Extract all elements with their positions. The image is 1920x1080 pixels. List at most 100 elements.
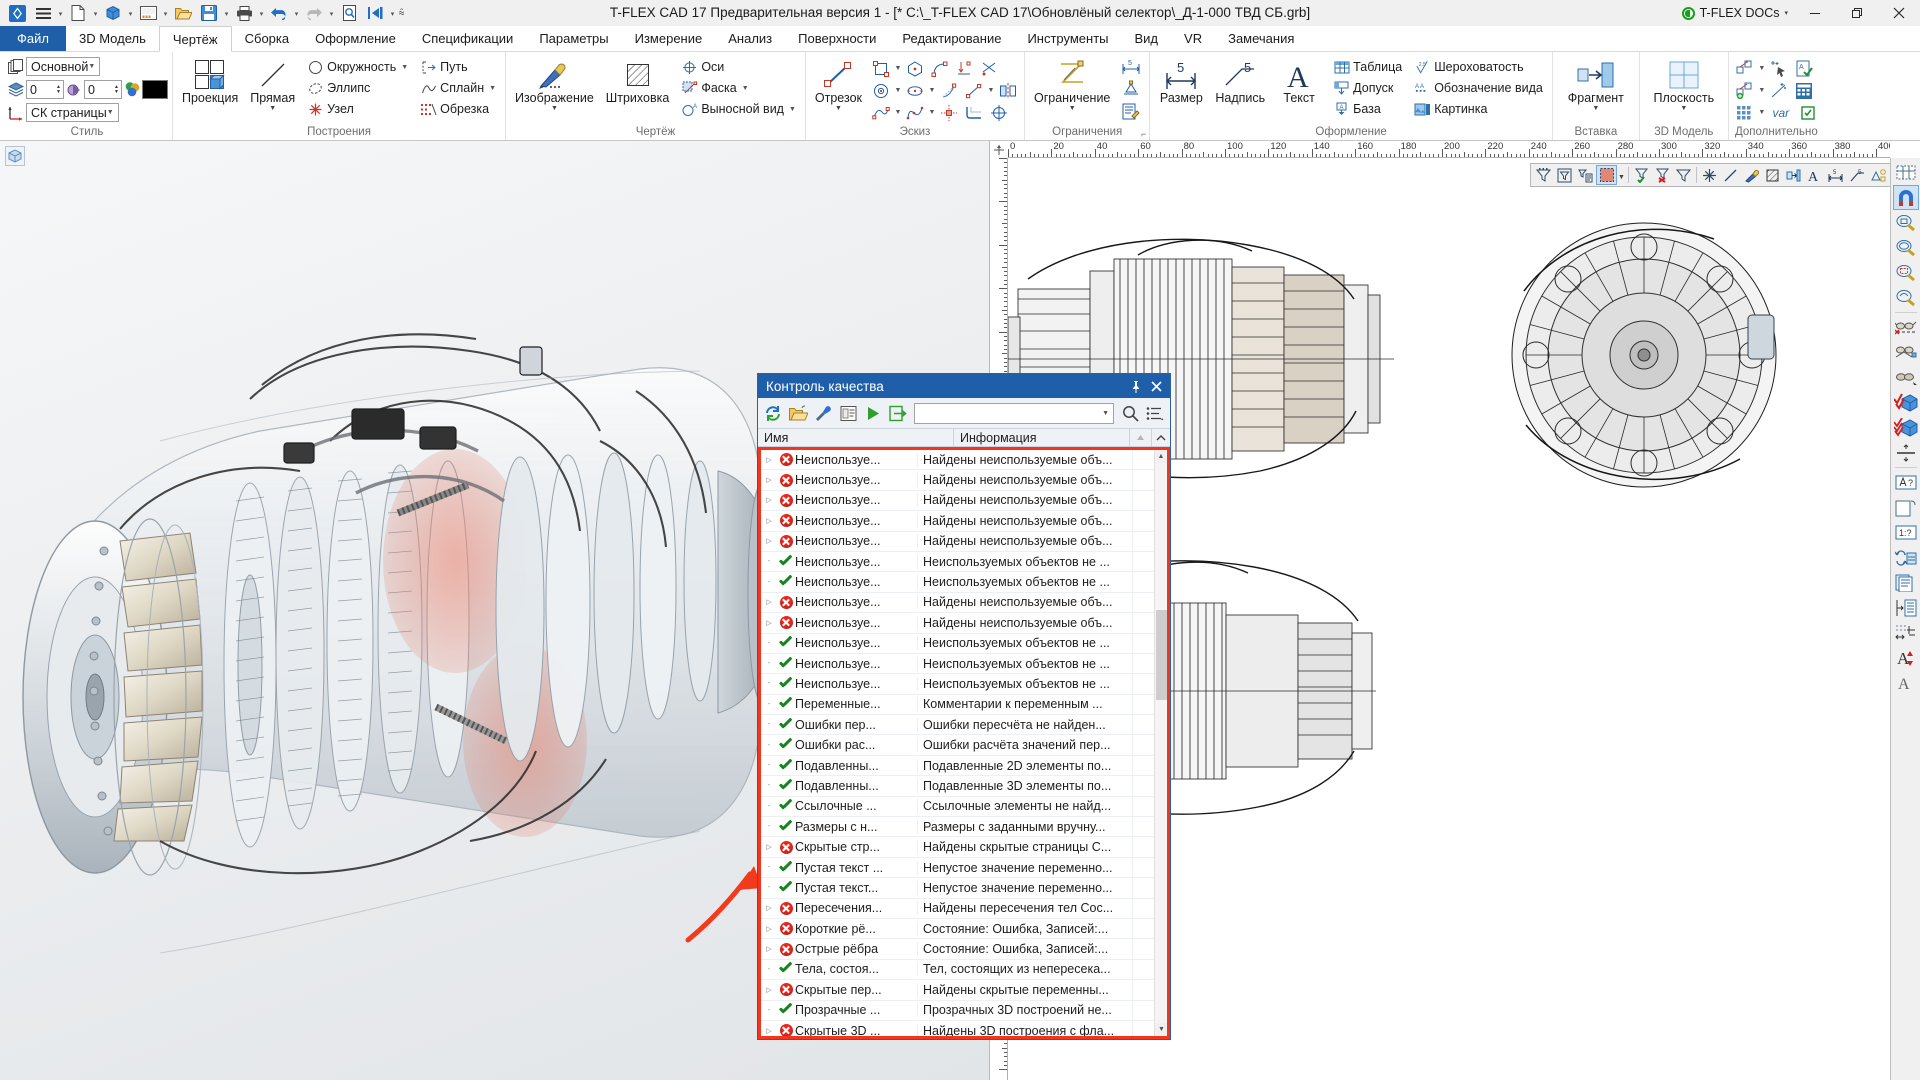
layer-spinner[interactable]: 0 ▲ ▼ (26, 80, 64, 99)
chevron-down-icon[interactable]: ▼ (107, 109, 116, 116)
align-icon[interactable] (1893, 440, 1919, 465)
chevron-down-icon[interactable]: ▼ (894, 87, 902, 94)
column-header-info[interactable]: Информация (954, 429, 1130, 446)
tab-drawing[interactable]: Чертёж (158, 26, 232, 52)
trim-button[interactable]: Обрезка (417, 99, 499, 119)
color-palette-icon[interactable] (122, 81, 142, 98)
tab-surfaces[interactable]: Поверхности (785, 26, 889, 51)
chevron-down-icon[interactable]: ▼ (1758, 87, 1766, 94)
chevron-down-icon[interactable]: ▼ (1758, 109, 1766, 116)
sketch-polygon-icon[interactable] (903, 58, 927, 79)
expand-icon[interactable]: - (761, 762, 777, 769)
report-icon[interactable] (836, 401, 860, 425)
save-icon[interactable] (196, 1, 222, 25)
scroll-up-button[interactable]: ▲ (1155, 450, 1167, 463)
rollback-icon[interactable] (362, 1, 388, 25)
hatch-button[interactable]: Штриховка (601, 56, 675, 105)
table-row[interactable]: ▷ Неиспользуе... Найдены неиспользуемые об… (761, 511, 1154, 532)
sketch-mirror-icon[interactable] (996, 80, 1020, 101)
copy-element-icon[interactable] (1733, 58, 1757, 79)
expand-icon[interactable]: ▷ (761, 1027, 777, 1035)
chevron-up-icon[interactable] (1152, 429, 1170, 446)
table-row[interactable]: ▷ Скрытые пер... Найдены скрытые переменны… (761, 980, 1154, 1001)
list-options-icon[interactable] (1143, 401, 1167, 425)
close-button[interactable] (1878, 0, 1920, 26)
sketch-circle-icon[interactable] (869, 80, 893, 101)
table-row[interactable]: ▷ Неиспользуе... Найдены неиспользуемые об… (761, 470, 1154, 491)
measure-icon[interactable] (1767, 80, 1791, 101)
sketch-arc-icon[interactable] (928, 58, 952, 79)
spacing-icon[interactable] (1893, 595, 1919, 620)
table-row[interactable]: ▷ Пересечения... Найдены пересечения тел С… (761, 898, 1154, 919)
constraint-fix-icon[interactable] (1119, 79, 1143, 100)
open-config-icon[interactable] (786, 401, 810, 425)
table-row[interactable]: ▷ Острые рёбра Состояние: Ошибка, Записей:… (761, 939, 1154, 960)
path-button[interactable]: Путь (417, 57, 499, 77)
chevron-down-icon[interactable]: ▼ (894, 109, 902, 116)
quality-results-list[interactable]: ▷ Неиспользуе... Найдены неиспользуемые об… (758, 447, 1170, 1039)
quality-control-dialog[interactable]: Контроль качества ▼ Имя Информация ▷ Неи… (757, 373, 1171, 1040)
expand-icon[interactable]: ▷ (761, 598, 777, 606)
text-query-icon[interactable]: ? (1893, 470, 1919, 495)
redo-icon[interactable] (301, 1, 327, 25)
calc-table-icon[interactable] (1792, 80, 1816, 101)
new-3d-model-icon[interactable] (100, 1, 126, 25)
fragment-button[interactable]: Фрагмент ▼ (1557, 56, 1635, 114)
table-row[interactable]: - Неиспользуе... Неиспользуемых объектов н… (761, 551, 1154, 573)
new-document-dropdown-icon[interactable]: ▾ (91, 1, 100, 25)
chevron-down-icon[interactable]: ▼ (551, 105, 558, 114)
sketch-origin-icon[interactable] (987, 102, 1011, 123)
expand-icon[interactable]: - (761, 701, 777, 708)
expand-icon[interactable]: ▷ (761, 496, 777, 504)
chevron-down-icon[interactable]: ▼ (269, 105, 276, 114)
table-row[interactable]: - Ошибки пер... Ошибки пересчёта не найден… (761, 715, 1154, 736)
magnet-snap-icon[interactable] (1892, 185, 1919, 210)
page-copy-icon[interactable] (1893, 495, 1919, 520)
show-lines-icon[interactable] (1893, 340, 1919, 365)
chevron-down-icon[interactable]: ▼ (1592, 105, 1599, 114)
text-up-icon[interactable]: A (1893, 645, 1919, 670)
print-icon[interactable] (231, 1, 257, 25)
tab-analysis[interactable]: Анализ (715, 26, 785, 51)
tab-tools[interactable]: Инструменты (1014, 26, 1121, 51)
picture-button[interactable]: Картинка (1411, 99, 1546, 119)
table-row[interactable]: - Пустая текст... Непустое значение переме… (761, 878, 1154, 899)
chevron-down-icon[interactable]: ▼ (742, 85, 749, 92)
expand-icon[interactable]: - (761, 640, 777, 647)
close-icon[interactable] (1146, 375, 1166, 397)
tab-editing[interactable]: Редактирование (889, 26, 1014, 51)
expand-icon[interactable]: - (761, 864, 777, 871)
chevron-down-icon[interactable]: ▾ (1784, 9, 1788, 17)
constraint-button[interactable]: Ограничение ▼ (1029, 56, 1115, 114)
expand-icon[interactable]: - (761, 579, 777, 586)
new-3d-model-dropdown-icon[interactable]: ▾ (126, 1, 135, 25)
constraint-note-icon[interactable] (1119, 101, 1143, 122)
scroll-thumb[interactable] (1156, 610, 1167, 700)
dimension-button[interactable]: 5 Размер (1154, 56, 1208, 105)
spinner-arrows-icon[interactable]: ▲ ▼ (56, 84, 63, 95)
expand-icon[interactable]: - (761, 782, 777, 789)
swap-icon[interactable] (1893, 545, 1919, 570)
open-icon[interactable] (170, 1, 196, 25)
projection-button[interactable]: Проекция (177, 56, 243, 105)
datum-button[interactable]: A База (1330, 99, 1405, 119)
check-solids-icon[interactable] (1893, 415, 1919, 440)
app-logo-icon[interactable] (4, 1, 30, 25)
node-button[interactable]: Узел (304, 99, 411, 119)
table-row[interactable]: - Неиспользуе... Неиспользуемых объектов н… (761, 653, 1154, 675)
select-special-icon[interactable] (1767, 58, 1791, 79)
tab-measurement[interactable]: Измерение (622, 26, 716, 51)
spinner-arrows-icon[interactable]: ▲ ▼ (114, 84, 121, 95)
sketch-trim-corner-icon[interactable] (978, 58, 1002, 79)
expand-icon[interactable]: ▷ (761, 517, 777, 525)
print-dropdown-icon[interactable]: ▾ (257, 1, 266, 25)
new-drawing-icon[interactable] (135, 1, 161, 25)
expand-icon[interactable]: ▷ (761, 925, 777, 933)
expand-icon[interactable]: ▷ (761, 945, 777, 953)
search-input[interactable]: ▼ (914, 402, 1114, 424)
sketch-point-line-icon[interactable] (962, 80, 986, 101)
scroll-down-button[interactable]: ▼ (1155, 1023, 1167, 1036)
array-icon[interactable] (1733, 102, 1757, 123)
chevron-down-icon[interactable]: ▼ (789, 106, 796, 113)
zoom-all-icon[interactable] (1893, 235, 1919, 260)
